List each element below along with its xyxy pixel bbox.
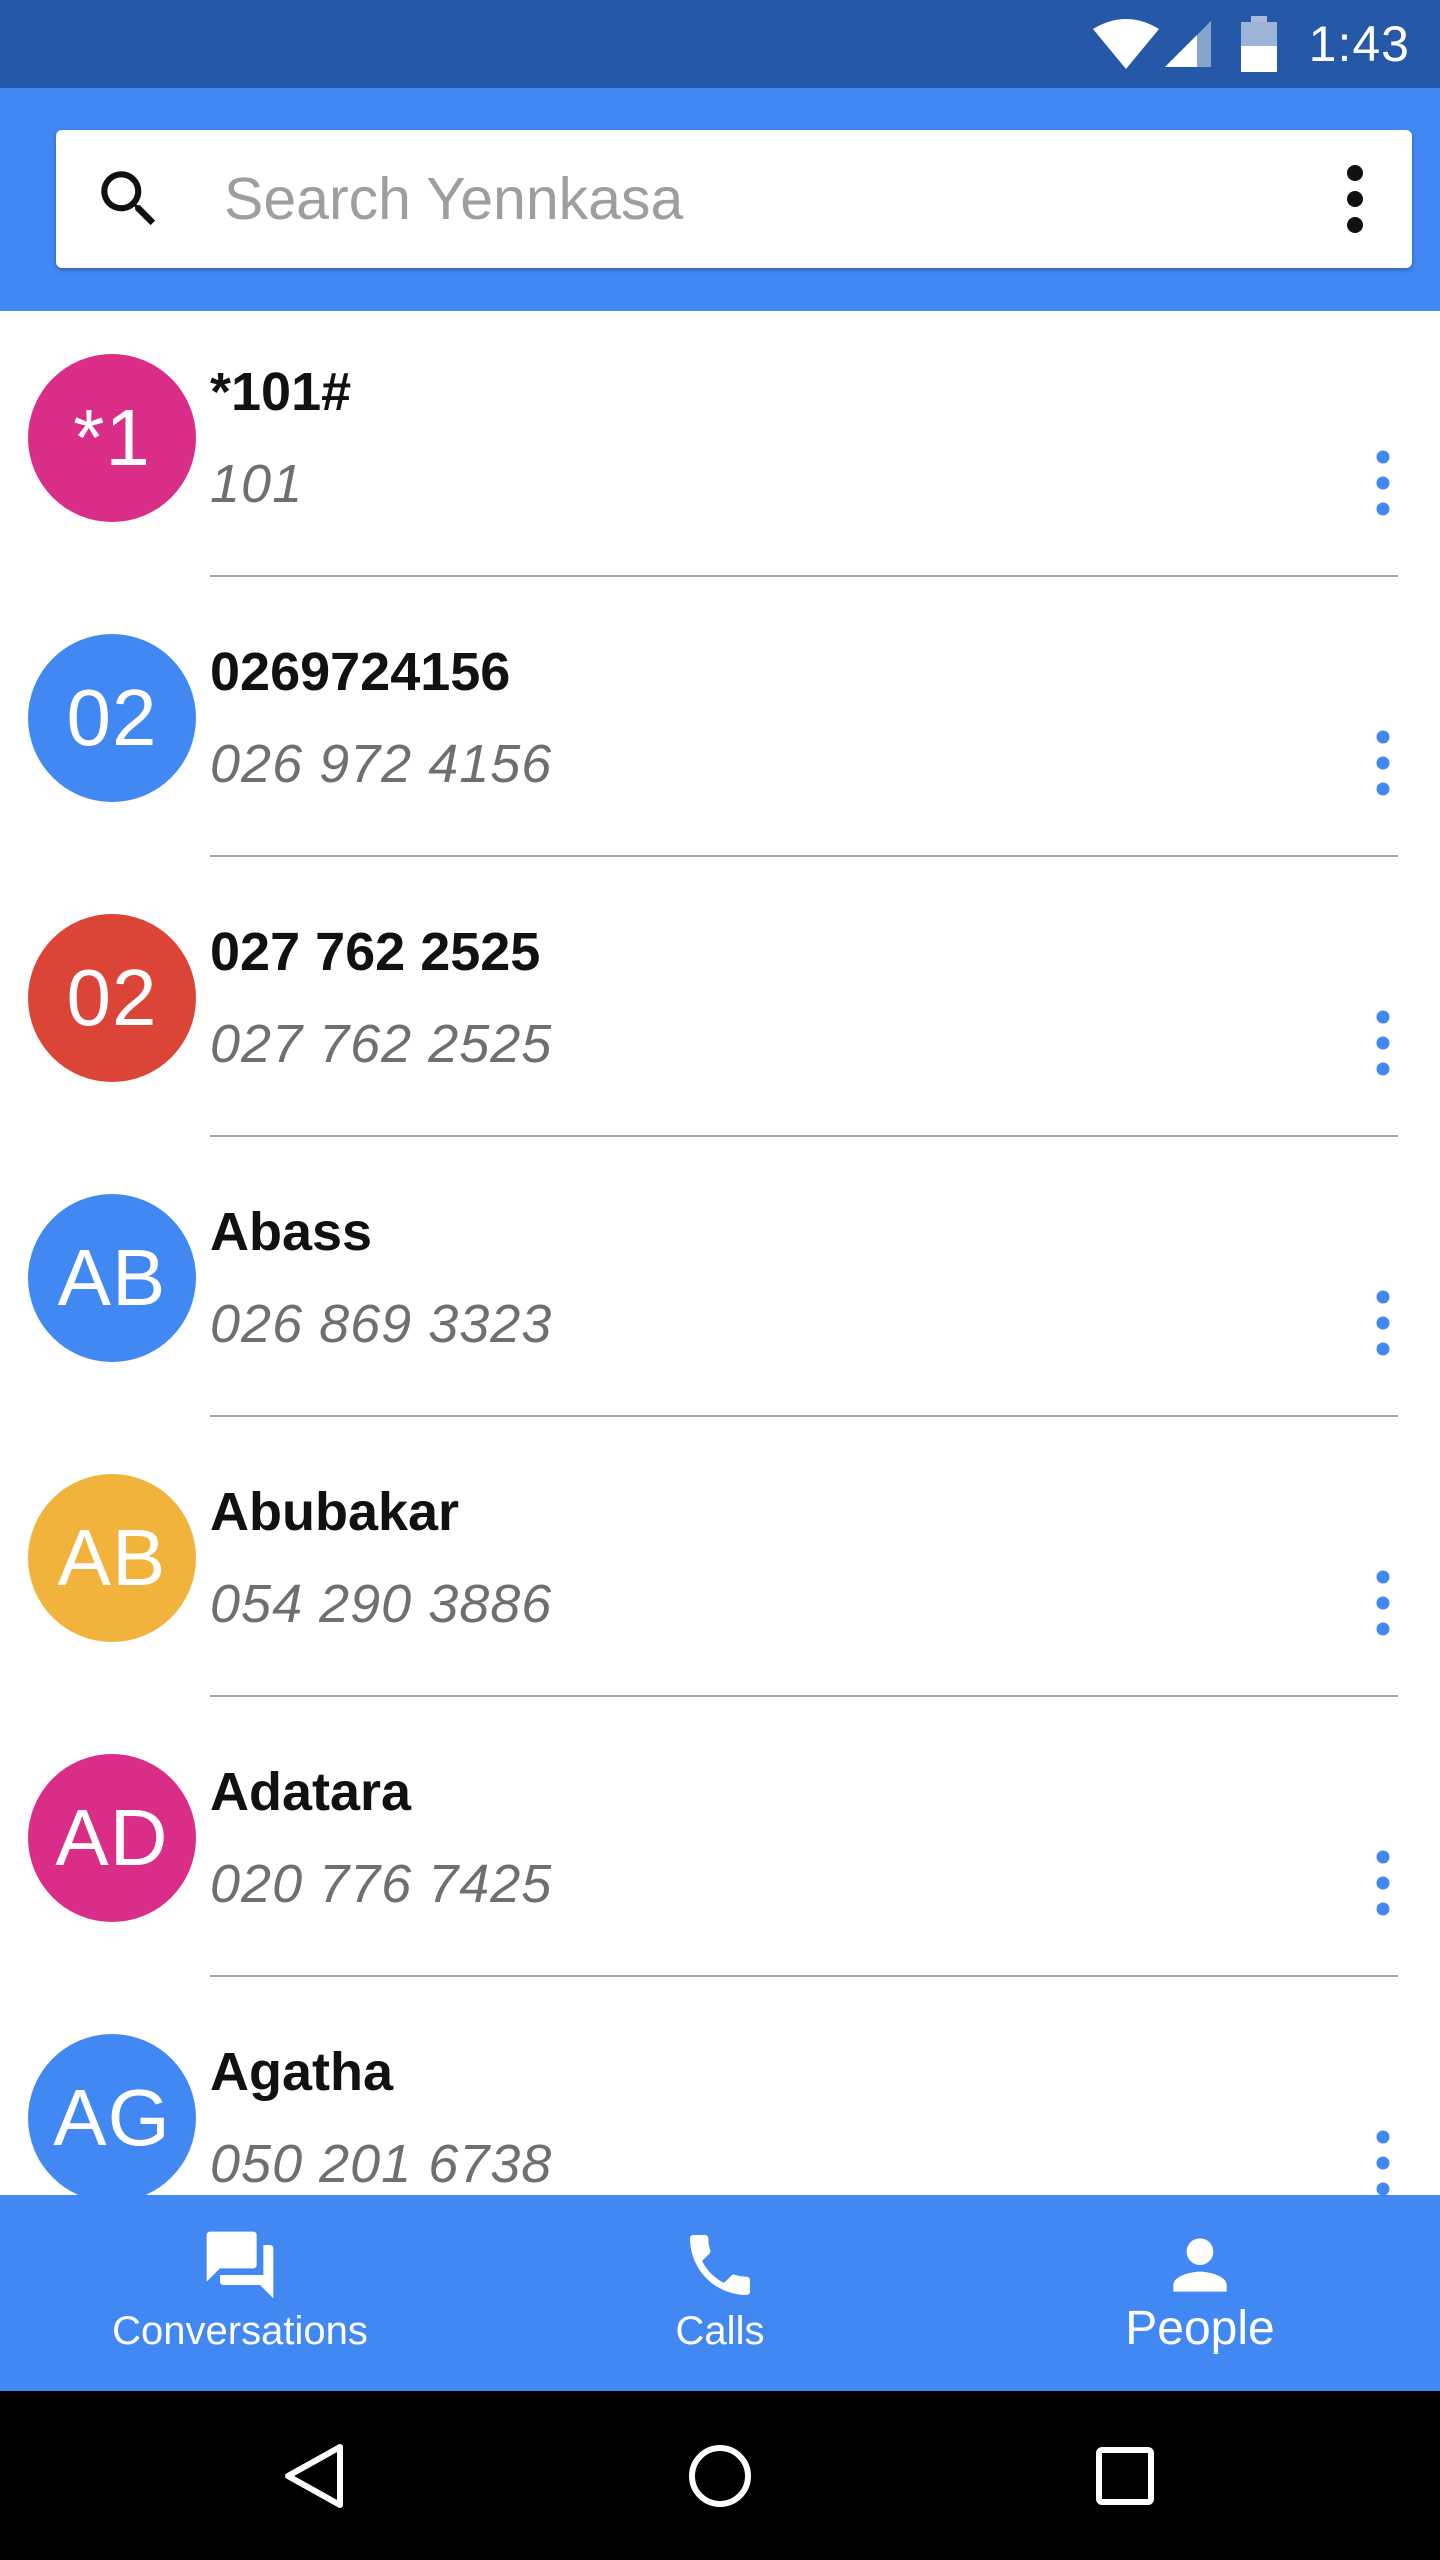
chat-icon [206, 2231, 274, 2299]
overflow-menu-icon[interactable] [1340, 164, 1370, 234]
more-vert-icon[interactable] [1368, 728, 1398, 798]
divider [210, 1695, 1398, 1697]
recents-icon[interactable] [1090, 2441, 1160, 2511]
contact-name: Adatara [210, 1762, 412, 1822]
status-time: 1:43 [1308, 16, 1410, 72]
divider [210, 855, 1398, 857]
divider [210, 1415, 1398, 1417]
avatar: 02 [28, 914, 196, 1082]
avatar: *1 [28, 354, 196, 522]
more-vert-icon[interactable] [1368, 1288, 1398, 1358]
contact-number: 026 972 4156 [210, 734, 553, 794]
contact-name: Agatha [210, 2042, 394, 2102]
contact-item[interactable]: AB Abass 026 869 3323 [0, 1151, 1440, 1431]
tab-label: People [1125, 2302, 1275, 2355]
contact-name: 0269724156 [210, 642, 511, 702]
contact-list: *1 *101# 101 02 0269724156 026 972 4156 … [0, 311, 1440, 2195]
avatar: 02 [28, 634, 196, 802]
avatar: AG [28, 2034, 196, 2195]
contact-item[interactable]: 02 0269724156 026 972 4156 [0, 591, 1440, 871]
bottom-nav: Conversations Calls People [0, 2195, 1440, 2391]
more-vert-icon[interactable] [1368, 2128, 1398, 2195]
contact-item[interactable]: *1 *101# 101 [0, 311, 1440, 591]
phone-icon [690, 2235, 750, 2295]
status-bar: 1:43 [0, 0, 1440, 88]
avatar: AB [28, 1474, 196, 1642]
home-icon[interactable] [685, 2441, 755, 2511]
person-icon [1173, 2238, 1227, 2292]
cell-signal-icon [1164, 21, 1211, 67]
search-input[interactable] [224, 130, 1224, 268]
divider [210, 1975, 1398, 1977]
status-icons: 1:43 [1092, 0, 1410, 88]
more-vert-icon[interactable] [1368, 1568, 1398, 1638]
battery-icon [1240, 16, 1277, 72]
divider [210, 575, 1398, 577]
contact-number: 020 776 7425 [210, 1854, 553, 1914]
tab-label: Calls [675, 2309, 765, 2353]
app-bar [0, 88, 1440, 311]
more-vert-icon[interactable] [1368, 1848, 1398, 1918]
search-box[interactable] [56, 130, 1412, 268]
back-icon[interactable] [280, 2441, 350, 2511]
contact-number: 026 869 3323 [210, 1294, 553, 1354]
contact-name: 027 762 2525 [210, 922, 541, 982]
tab-calls[interactable]: Calls [480, 2195, 960, 2391]
tab-conversations[interactable]: Conversations [0, 2195, 480, 2391]
contact-number: 101 [210, 454, 304, 514]
wifi-icon [1092, 19, 1159, 69]
contact-number: 054 290 3886 [210, 1574, 553, 1634]
contact-item[interactable]: 02 027 762 2525 027 762 2525 [0, 871, 1440, 1151]
contact-name: Abubakar [210, 1482, 460, 1542]
tab-label: Conversations [112, 2309, 368, 2353]
contact-name: Abass [210, 1202, 373, 1262]
more-vert-icon[interactable] [1368, 1008, 1398, 1078]
contact-item[interactable]: AG Agatha 050 201 6738 [0, 1991, 1440, 2195]
avatar: AD [28, 1754, 196, 1922]
contact-item[interactable]: AD Adatara 020 776 7425 [0, 1711, 1440, 1991]
avatar: AB [28, 1194, 196, 1362]
search-icon[interactable] [92, 162, 166, 236]
tab-people[interactable]: People [960, 2195, 1440, 2391]
contact-number: 050 201 6738 [210, 2134, 553, 2194]
contact-item[interactable]: AB Abubakar 054 290 3886 [0, 1431, 1440, 1711]
contact-number: 027 762 2525 [210, 1014, 553, 1074]
more-vert-icon[interactable] [1368, 448, 1398, 518]
contact-name: *101# [210, 362, 352, 422]
divider [210, 1135, 1398, 1137]
system-nav-bar [0, 2391, 1440, 2560]
